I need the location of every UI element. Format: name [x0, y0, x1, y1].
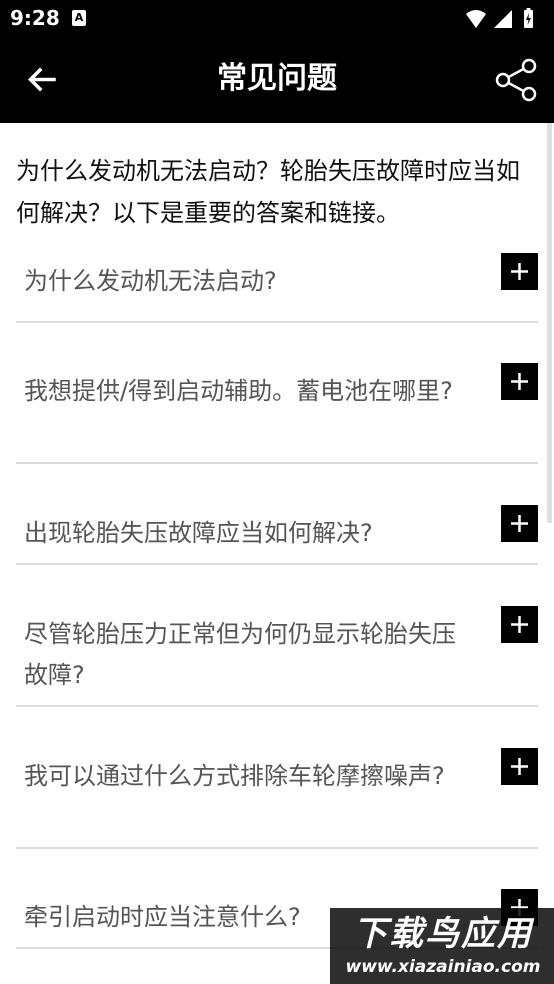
share-button[interactable]: [492, 56, 540, 104]
plus-icon: [511, 515, 528, 532]
arrow-left-icon: [28, 67, 56, 92]
faq-content[interactable]: 为什么发动机无法启动？轮胎失压故障时应当如何解决？以下是重要的答案和链接。 为什…: [0, 123, 554, 984]
plus-icon: [511, 758, 528, 775]
faq-question: 尽管轮胎压力正常但为何仍显示轮胎失压故障?: [24, 620, 456, 689]
faq-question: 出现轮胎失压故障应当如何解决?: [24, 519, 373, 547]
faq-item[interactable]: 我想提供/得到启动辅助。蓄电池在哪里?: [16, 363, 538, 464]
expand-button[interactable]: [501, 505, 538, 542]
expand-button[interactable]: [501, 363, 538, 400]
back-button[interactable]: [18, 58, 64, 104]
plus-icon: [511, 263, 528, 280]
plus-icon: [511, 616, 528, 633]
status-time: 9:28: [10, 6, 60, 30]
expand-button[interactable]: [501, 748, 538, 785]
notification-a-icon: A: [72, 10, 86, 26]
watermark: 下载鸟应用 www.xiazainiao.com: [330, 908, 554, 984]
expand-button[interactable]: [501, 253, 538, 290]
plus-icon: [511, 373, 528, 390]
faq-question: 我可以通过什么方式排除车轮摩擦噪声?: [24, 762, 445, 790]
scrollbar[interactable]: [547, 123, 552, 523]
signal-icon: [494, 10, 512, 28]
watermark-url: www.xiazainiao.com: [345, 957, 541, 977]
battery-icon: [524, 8, 533, 28]
faq-item[interactable]: 我可以通过什么方式排除车轮摩擦噪声?: [16, 748, 538, 849]
faq-item[interactable]: 尽管轮胎压力正常但为何仍显示轮胎失压故障?: [16, 606, 538, 707]
page-title: 常见问题: [217, 61, 337, 96]
expand-button[interactable]: [501, 606, 538, 643]
faq-question: 我想提供/得到启动辅助。蓄电池在哪里?: [24, 377, 453, 405]
faq-question: 为什么发动机无法启动?: [24, 267, 277, 295]
status-bar: 9:28 A: [0, 0, 554, 38]
wifi-icon: [466, 10, 486, 28]
status-icons: [464, 7, 544, 31]
watermark-title: 下载鸟应用: [353, 914, 533, 954]
share-icon: [495, 58, 537, 102]
intro-text: 为什么发动机无法启动？轮胎失压故障时应当如何解决？以下是重要的答案和链接。: [16, 157, 520, 227]
faq-item[interactable]: 出现轮胎失压故障应当如何解决?: [16, 505, 538, 565]
app-bar: 常见问题: [0, 38, 554, 123]
faq-item[interactable]: 为什么发动机无法启动?: [16, 253, 538, 323]
